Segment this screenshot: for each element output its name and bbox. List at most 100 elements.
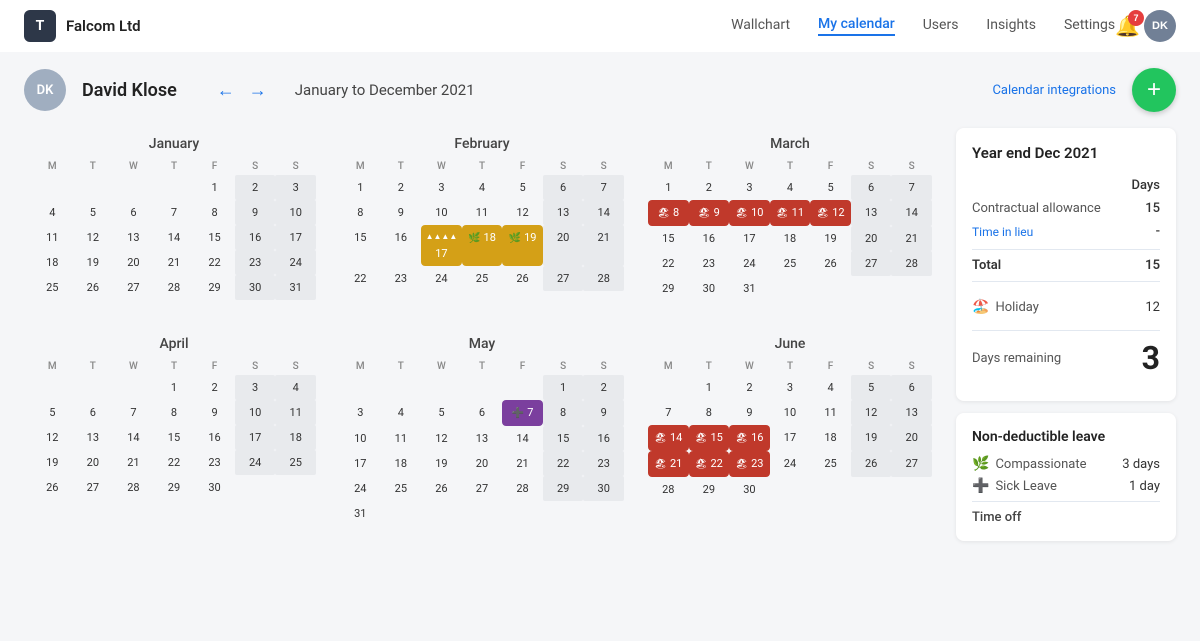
calendar-day[interactable]: 10 bbox=[340, 426, 381, 451]
calendar-day[interactable]: 6 bbox=[462, 400, 503, 426]
calendar-day[interactable]: 23 bbox=[583, 451, 624, 476]
calendar-day[interactable]: 13 bbox=[891, 400, 932, 425]
calendar-day[interactable]: 31 bbox=[729, 276, 770, 301]
calendar-day[interactable]: 15 bbox=[543, 426, 584, 451]
calendar-day[interactable]: 17 bbox=[275, 225, 316, 250]
calendar-day[interactable]: 12 bbox=[851, 400, 892, 425]
calendar-day[interactable]: 🌿 18 bbox=[462, 225, 503, 266]
calendar-day[interactable]: 20 bbox=[462, 451, 503, 476]
calendar-day[interactable]: 3 bbox=[275, 175, 316, 200]
calendar-day[interactable]: 2 bbox=[583, 375, 624, 400]
calendar-day[interactable]: 20 bbox=[73, 450, 114, 475]
calendar-day[interactable]: 16 bbox=[381, 225, 422, 266]
calendar-day[interactable]: 28 bbox=[891, 251, 932, 276]
calendar-day[interactable]: 4 bbox=[275, 375, 316, 400]
calendar-day[interactable]: 8 bbox=[543, 400, 584, 426]
calendar-day[interactable]: 1 bbox=[194, 175, 235, 200]
calendar-day[interactable]: 19 bbox=[810, 226, 851, 251]
calendar-day[interactable]: 8 bbox=[154, 400, 195, 425]
calendar-day[interactable]: 2 bbox=[689, 175, 730, 200]
calendar-day[interactable]: 3 bbox=[340, 400, 381, 426]
calendar-day[interactable]: 30 bbox=[235, 275, 276, 300]
calendar-day[interactable]: 17 bbox=[340, 451, 381, 476]
calendar-day[interactable]: 23 bbox=[235, 250, 276, 275]
calendar-day[interactable]: 5 bbox=[810, 175, 851, 200]
calendar-day[interactable]: 8 bbox=[340, 200, 381, 225]
calendar-day[interactable]: 5 bbox=[421, 400, 462, 426]
calendar-day[interactable]: 23 bbox=[381, 266, 422, 291]
calendar-day[interactable]: 18 bbox=[770, 226, 811, 251]
calendar-day[interactable]: 4 bbox=[32, 200, 73, 225]
calendar-day[interactable]: 6 bbox=[851, 175, 892, 200]
calendar-day[interactable]: 22 bbox=[340, 266, 381, 291]
calendar-day[interactable]: 21 bbox=[891, 226, 932, 251]
prev-period-button[interactable]: ← bbox=[213, 78, 239, 103]
calendar-day[interactable]: 23 bbox=[689, 251, 730, 276]
calendar-day[interactable]: 22 bbox=[543, 451, 584, 476]
calendar-day[interactable]: 4 bbox=[381, 400, 422, 426]
calendar-day[interactable]: 19 bbox=[32, 450, 73, 475]
calendar-day[interactable]: 19 bbox=[73, 250, 114, 275]
notification-button[interactable]: 🔔 7 bbox=[1115, 14, 1140, 39]
calendar-day[interactable]: 12 bbox=[73, 225, 114, 250]
calendar-day[interactable]: 🏖 11 bbox=[770, 200, 811, 226]
calendar-day[interactable]: 16 bbox=[235, 225, 276, 250]
calendar-day[interactable]: 9 bbox=[194, 400, 235, 425]
calendar-day[interactable]: 🏖 12 bbox=[810, 200, 851, 226]
calendar-day[interactable]: 🌿 19 bbox=[502, 225, 543, 266]
calendar-day[interactable]: 18 bbox=[32, 250, 73, 275]
calendar-day[interactable]: 12 bbox=[32, 425, 73, 450]
calendar-day[interactable]: 8 bbox=[689, 400, 730, 425]
calendar-day[interactable]: 15 bbox=[648, 226, 689, 251]
calendar-day[interactable]: 21 bbox=[113, 450, 154, 475]
calendar-day[interactable]: 27 bbox=[851, 251, 892, 276]
calendar-day[interactable]: 14 bbox=[113, 425, 154, 450]
calendar-day[interactable]: 15 bbox=[340, 225, 381, 266]
calendar-day[interactable]: 20 bbox=[543, 225, 584, 266]
calendar-day[interactable]: 24 bbox=[340, 476, 381, 501]
calendar-day[interactable]: 🏖 10 bbox=[729, 200, 770, 226]
calendar-day[interactable]: 31 bbox=[275, 275, 316, 300]
calendar-day[interactable]: 10 bbox=[275, 200, 316, 225]
calendar-day[interactable]: 2 bbox=[194, 375, 235, 400]
time-in-lieu-link[interactable]: Time in lieu bbox=[972, 225, 1033, 239]
calendar-day[interactable]: 24 bbox=[421, 266, 462, 291]
add-button[interactable]: + bbox=[1132, 68, 1176, 112]
calendar-day[interactable]: 3 bbox=[235, 375, 276, 400]
calendar-day[interactable]: 24 bbox=[729, 251, 770, 276]
calendar-day[interactable]: 5 bbox=[73, 200, 114, 225]
calendar-day[interactable]: 13 bbox=[113, 225, 154, 250]
calendar-day[interactable]: 5 bbox=[32, 400, 73, 425]
calendar-day[interactable]: 9 bbox=[235, 200, 276, 225]
calendar-day[interactable]: 13 bbox=[73, 425, 114, 450]
calendar-day[interactable]: 12 bbox=[502, 200, 543, 225]
calendar-day[interactable]: 18 bbox=[810, 425, 851, 451]
calendar-day[interactable]: 11 bbox=[275, 400, 316, 425]
calendar-day[interactable]: 26 bbox=[810, 251, 851, 276]
nav-wallchart[interactable]: Wallchart bbox=[731, 17, 790, 35]
calendar-day[interactable]: 29 bbox=[543, 476, 584, 501]
calendar-day[interactable]: 17 bbox=[770, 425, 811, 451]
calendar-day[interactable]: 23 bbox=[194, 450, 235, 475]
calendar-day[interactable]: 🏖 15 bbox=[689, 425, 730, 451]
calendar-day[interactable]: 28 bbox=[113, 475, 154, 500]
nav-users[interactable]: Users bbox=[923, 17, 959, 35]
calendar-day[interactable]: 13 bbox=[462, 426, 503, 451]
calendar-day[interactable]: 17 bbox=[235, 425, 276, 450]
calendar-day[interactable]: 20 bbox=[113, 250, 154, 275]
calendar-day[interactable]: 30 bbox=[689, 276, 730, 301]
calendar-day[interactable]: 6 bbox=[543, 175, 584, 200]
calendar-day[interactable]: 9 bbox=[381, 200, 422, 225]
calendar-day[interactable]: 21 bbox=[583, 225, 624, 266]
calendar-day[interactable]: 13 bbox=[543, 200, 584, 225]
calendar-day[interactable]: 4 bbox=[810, 375, 851, 400]
calendar-day[interactable]: 8 bbox=[194, 200, 235, 225]
calendar-day[interactable]: 7 bbox=[113, 400, 154, 425]
calendar-day[interactable]: 15 bbox=[194, 225, 235, 250]
calendar-day[interactable]: 30 bbox=[194, 475, 235, 500]
calendar-day[interactable]: 11 bbox=[810, 400, 851, 425]
calendar-day[interactable]: 9 bbox=[729, 400, 770, 425]
calendar-day[interactable]: 29 bbox=[194, 275, 235, 300]
calendar-day[interactable]: 28 bbox=[648, 477, 689, 502]
nav-insights[interactable]: Insights bbox=[986, 17, 1036, 35]
